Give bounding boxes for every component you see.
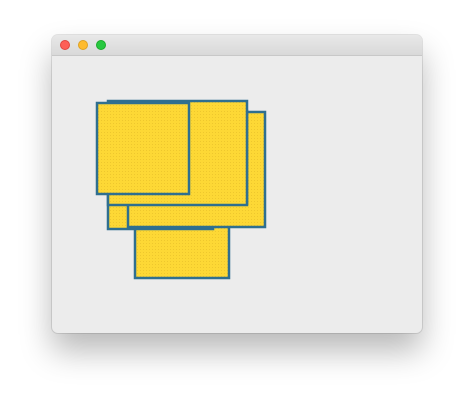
- close-button[interactable]: [60, 40, 70, 50]
- square-6: [95, 101, 191, 196]
- squares-canvas: [95, 99, 267, 280]
- maximize-button[interactable]: [96, 40, 106, 50]
- title-bar[interactable]: [52, 35, 422, 56]
- app-window: [52, 35, 422, 333]
- window-content: [52, 56, 422, 333]
- minimize-button[interactable]: [78, 40, 88, 50]
